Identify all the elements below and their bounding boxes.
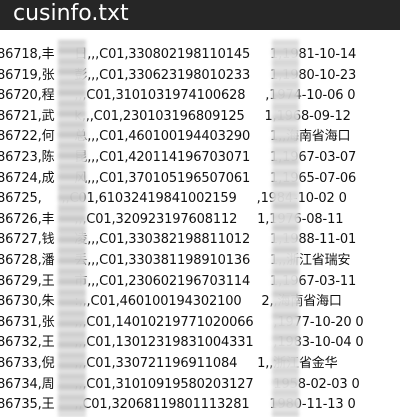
text-line: 86726,丰 ,,,C01,320923197608112 1,1976-08… — [0, 211, 344, 227]
text-line: 86733,倪 ,,,C01,330721196911084 1,,浙江省金华 — [0, 355, 338, 371]
title-bar: cusinfo.txt — [0, 0, 400, 30]
text-line: 86728,潘 丢,,,C01,330381198910136 1,,浙江省瑞安 — [0, 252, 351, 268]
privacy-blur-id-suffix — [272, 40, 299, 417]
text-line: 86730,朱 :,,,C01,460100194302100 2,,海南省海口 — [0, 294, 342, 310]
text-line: 86731,张 ,,,C01,14010219771020066 ,1977-1… — [0, 314, 364, 330]
privacy-blur-name — [58, 40, 86, 417]
text-line: 86735,王 ,,C01,32068119801113281 1980-11-… — [0, 397, 356, 413]
file-lines: 86718,丰 日,,,C01,330802198110145 1,1981-1… — [0, 45, 364, 416]
text-file-content[interactable]: 86718,丰 日,,,C01,330802198110145 1,1981-1… — [0, 30, 400, 417]
text-line: 86723,陈 昆,,,C01,420114196703071 1,1967-0… — [0, 149, 357, 165]
text-line: 86719,张 彭,,,C01,330623198010233 1,1980-1… — [0, 67, 357, 83]
text-line: 86727,钱 凌,,,C01,330382198811012 1,1988-1… — [0, 232, 357, 248]
text-line: 86718,丰 日,,,C01,330802198110145 1,1981-1… — [0, 47, 357, 62]
text-line: 86725, ,,C01,61032419841002159 ,1984-10-… — [0, 191, 347, 207]
text-line: 86732,王 ,,,C01,13012319831004331 ,1983-1… — [0, 335, 364, 351]
window-title: cusinfo.txt — [13, 1, 129, 26]
text-line: 86729,王 市,,,C01,230602196703114 1,1967-0… — [0, 273, 357, 289]
text-line: 86724,成 风,,,C01,370105196507061 1,1965-0… — [0, 170, 357, 186]
text-line: 86721,武 k,,,C01,230103196809125 1,1968-0… — [0, 108, 351, 124]
text-line: 86722,何 总,,,C01,460100194403290 1,,海南省海口 — [0, 129, 351, 145]
text-line: 86734,周 ,,,C01,31010919580203127 1958-02… — [0, 376, 360, 392]
text-line: 86720,程 ,,,C01,3101031974100628 ,1974-10… — [0, 88, 356, 104]
